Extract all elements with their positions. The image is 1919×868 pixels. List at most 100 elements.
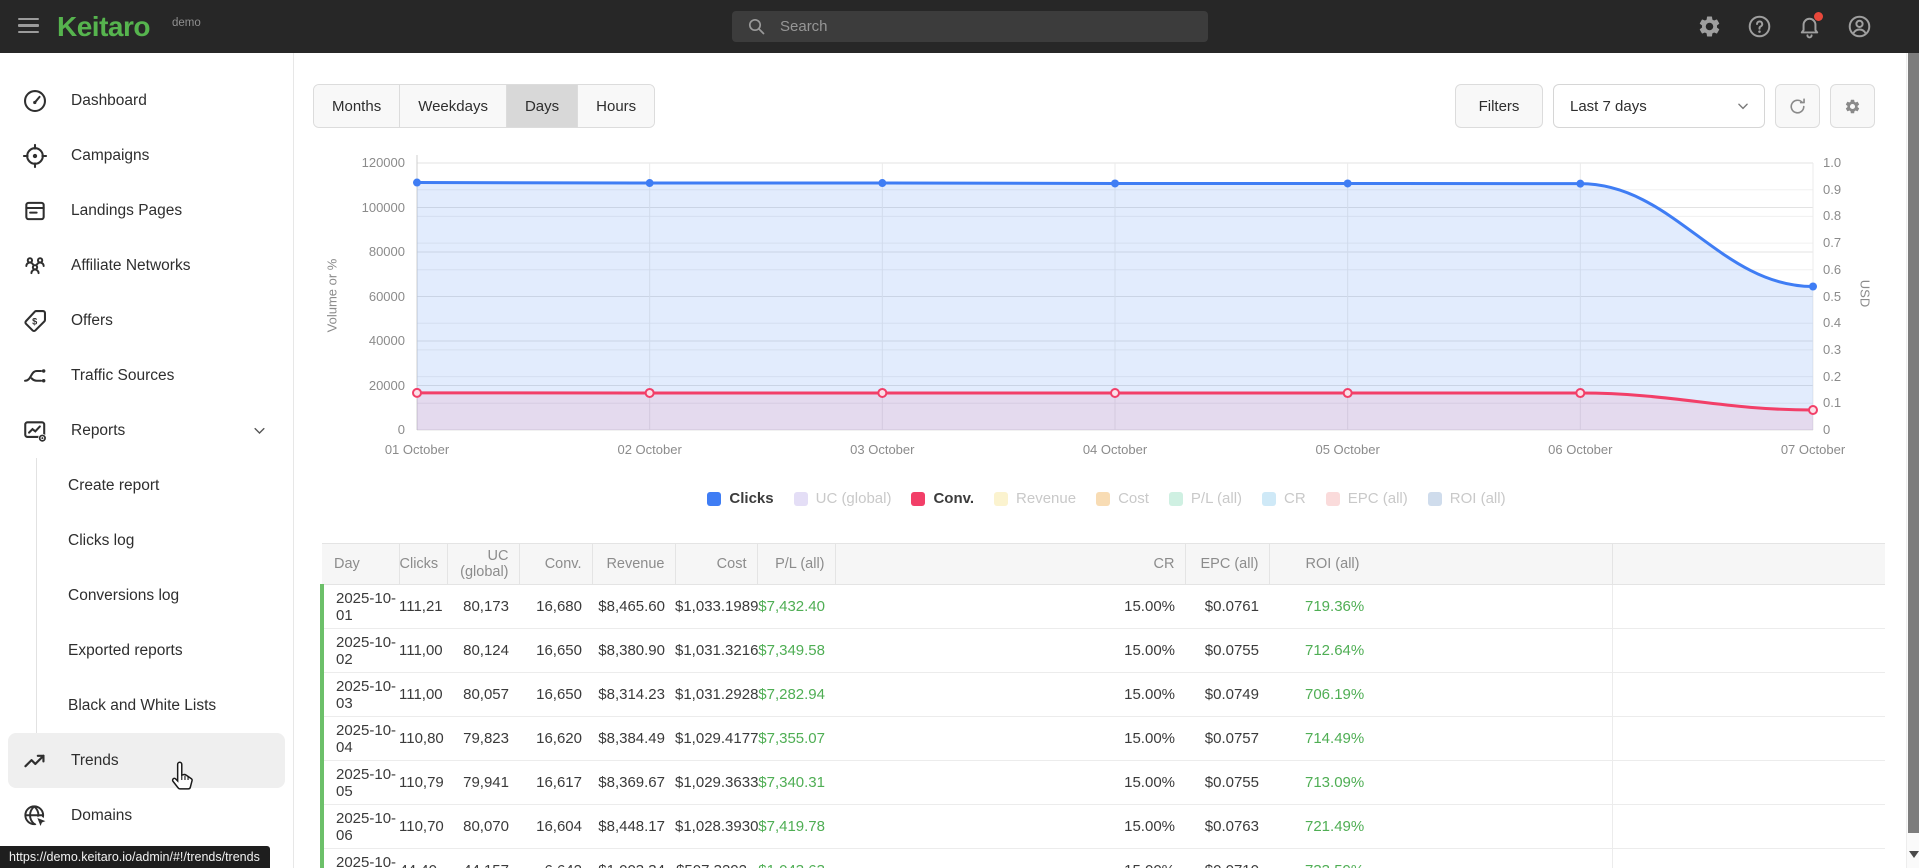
y2-axis-tick: 0.1	[1823, 395, 1842, 411]
y-axis-tick: 60000	[368, 288, 405, 304]
sidebar-item-landings-pages[interactable]: Landings Pages	[8, 183, 285, 238]
tab-weekdays[interactable]: Weekdays	[399, 85, 506, 127]
cell-day: 2025-10-03	[320, 672, 399, 717]
help-button[interactable]	[1747, 14, 1772, 39]
cell-uc: 79,823	[447, 716, 519, 761]
legend-item-epc-all[interactable]: EPC (all)	[1325, 490, 1408, 507]
sidebar-subitem-label: Create report	[68, 476, 160, 494]
column-header-conv[interactable]: Conv.	[519, 543, 593, 585]
sidebar-subitem-clicks-log[interactable]: Clicks log	[8, 513, 285, 568]
cell-clicks: 110,70	[399, 804, 447, 849]
settings-button[interactable]	[1697, 14, 1722, 39]
legend-item-roi-all[interactable]: ROI (all)	[1427, 490, 1506, 507]
gear-icon	[1845, 99, 1860, 113]
sidebar-subitem-label: Black and White Lists	[68, 696, 217, 714]
cell-pl: $1,043.63	[757, 848, 835, 868]
column-header-clicks[interactable]: Clicks	[399, 543, 448, 585]
global-search[interactable]	[732, 11, 1208, 42]
column-header-pl-all[interactable]: P/L (all)	[757, 543, 836, 585]
table-row[interactable]: 2025-10-05 110,79 79,941 16,617 $8,369.67 $1,…	[320, 760, 1885, 805]
date-range-value: Last 7 days	[1570, 97, 1647, 115]
sidebar-item-label: Reports	[71, 421, 126, 439]
sidebar-item-label: Trends	[71, 751, 119, 769]
tab-days[interactable]: Days	[505, 85, 578, 127]
notifications-button[interactable]	[1797, 12, 1823, 39]
y2-axis-tick: 0.8	[1823, 208, 1842, 224]
sidebar-item-label: Dashboard	[71, 91, 147, 109]
legend-item-clicks[interactable]: Clicks	[707, 490, 774, 507]
cell-roi: 713.09%	[1269, 760, 1613, 805]
cell-filler	[1612, 584, 1885, 629]
cell-epc: $0.0755	[1185, 628, 1269, 673]
filters-button[interactable]: Filters	[1455, 84, 1543, 128]
sidebar-subitem-create-report[interactable]: Create report	[8, 458, 285, 513]
chart-plot-area[interactable]	[294, 140, 1919, 470]
cell-uc: 80,057	[447, 672, 519, 717]
refresh-button[interactable]	[1775, 84, 1820, 128]
cell-pl: $7,349.58	[757, 628, 835, 673]
table-row[interactable]: 2025-10-02 111,00 80,124 16,650 $8,380.90 $1,…	[320, 628, 1885, 673]
sidebar-item-domains[interactable]: Domains	[8, 788, 285, 843]
cell-pl: $7,282.94	[757, 672, 835, 717]
cell-revenue: $8,369.67	[592, 760, 675, 805]
legend-item-cost[interactable]: Cost	[1096, 490, 1149, 507]
column-header-day[interactable]: Day	[322, 543, 400, 585]
account-button[interactable]	[1847, 14, 1872, 39]
sidebar-item-affiliate-networks[interactable]: Affiliate Networks	[8, 238, 285, 293]
column-header-revenue[interactable]: Revenue	[592, 543, 676, 585]
scrollbar-thumb[interactable]	[1908, 53, 1919, 833]
sidebar-item-campaigns[interactable]: Campaigns	[8, 128, 285, 183]
column-header-uc-global[interactable]: UC (global)	[447, 543, 520, 585]
trends-chart[interactable]: 0 20000 40000 60000 80000 100000 120000 0 0.1 0.2…	[294, 140, 1919, 470]
scrollbar[interactable]	[1906, 53, 1919, 868]
legend-item-p-l-all[interactable]: P/L (all)	[1168, 490, 1243, 507]
x-axis-tick: 02 October	[617, 442, 682, 457]
cell-epc: $0.0710	[1185, 848, 1269, 868]
legend-item-conv[interactable]: Conv.	[911, 490, 974, 507]
table-row[interactable]: 2025-10-01 111,21 80,173 16,680 $8,465.60 $1,…	[320, 584, 1885, 629]
search-input[interactable]	[778, 17, 1162, 36]
x-axis-tick: 05 October	[1315, 442, 1380, 457]
column-header-epc-all[interactable]: EPC (all)	[1185, 543, 1270, 585]
sidebar-item-traffic-sources[interactable]: Traffic Sources	[8, 348, 285, 403]
y2-axis-tick: 1.0	[1823, 155, 1842, 170]
legend-label: P/L (all)	[1190, 490, 1243, 507]
cell-cr: 15.00%	[835, 628, 1185, 673]
sidebar-item-dashboard[interactable]: Dashboard	[8, 73, 285, 128]
table-row[interactable]: 2025-10-0744,4044,1576,642$1,003.34$507.…	[320, 848, 1885, 868]
table-row[interactable]: 2025-10-04 110,80 79,823 16,620 $8,384.49 $1,…	[320, 716, 1885, 761]
column-header-cost[interactable]: Cost	[675, 543, 758, 585]
toolbar-controls: Filters Last 7 days	[1455, 84, 1875, 128]
legend-item-cr[interactable]: CR	[1262, 490, 1306, 507]
cell-cost: $1,031.2928	[675, 672, 758, 717]
sidebar-item-reports[interactable]: Reports	[8, 403, 285, 458]
cell-roi: 721.49%	[1269, 804, 1613, 849]
sidebar-subitem-conversions-log[interactable]: Conversions log	[8, 568, 285, 623]
cell-cr: 15.00%	[835, 584, 1185, 629]
date-range-select[interactable]: Last 7 days	[1553, 84, 1765, 128]
cell-uc: 80,070	[447, 804, 519, 849]
app-logo[interactable]: Keitaro	[57, 11, 150, 43]
menu-toggle-button[interactable]	[18, 18, 40, 34]
cell-roi: 712.64%	[1269, 628, 1613, 673]
cell-clicks: 111,00	[399, 672, 447, 717]
tab-hours[interactable]: Hours	[577, 85, 655, 127]
sidebar-item-trends[interactable]: Trends	[8, 733, 285, 788]
sidebar-subitem-black-and-white-lists[interactable]: Black and White Lists	[8, 678, 285, 733]
y-axis-tick: 100000	[361, 199, 405, 215]
legend-item-revenue[interactable]: Revenue	[994, 490, 1076, 507]
column-header-roi-all[interactable]: ROI (all)	[1269, 543, 1613, 585]
sidebar-item-offers[interactable]: $ Offers	[8, 293, 285, 348]
chart-settings-button[interactable]	[1830, 84, 1875, 128]
legend-swatch	[1096, 491, 1111, 506]
table-row[interactable]: 2025-10-06 110,70 80,070 16,604 $8,448.17 $1,…	[320, 804, 1885, 849]
sidebar: Dashboard Campaigns Landings Pages Affil…	[0, 53, 294, 868]
sidebar-subitem-exported-reports[interactable]: Exported reports	[8, 623, 285, 678]
cell-clicks: 110,80	[399, 716, 447, 761]
cell-clicks: 110,79	[399, 760, 447, 805]
tab-months[interactable]: Months	[314, 85, 400, 127]
table-row[interactable]: 2025-10-03 111,00 80,057 16,650 $8,314.23 $1,…	[320, 672, 1885, 717]
column-header-cr[interactable]: CR	[835, 543, 1186, 585]
legend-item-uc-global[interactable]: UC (global)	[793, 490, 891, 507]
scrollbar-down-arrow[interactable]	[1909, 851, 1919, 863]
